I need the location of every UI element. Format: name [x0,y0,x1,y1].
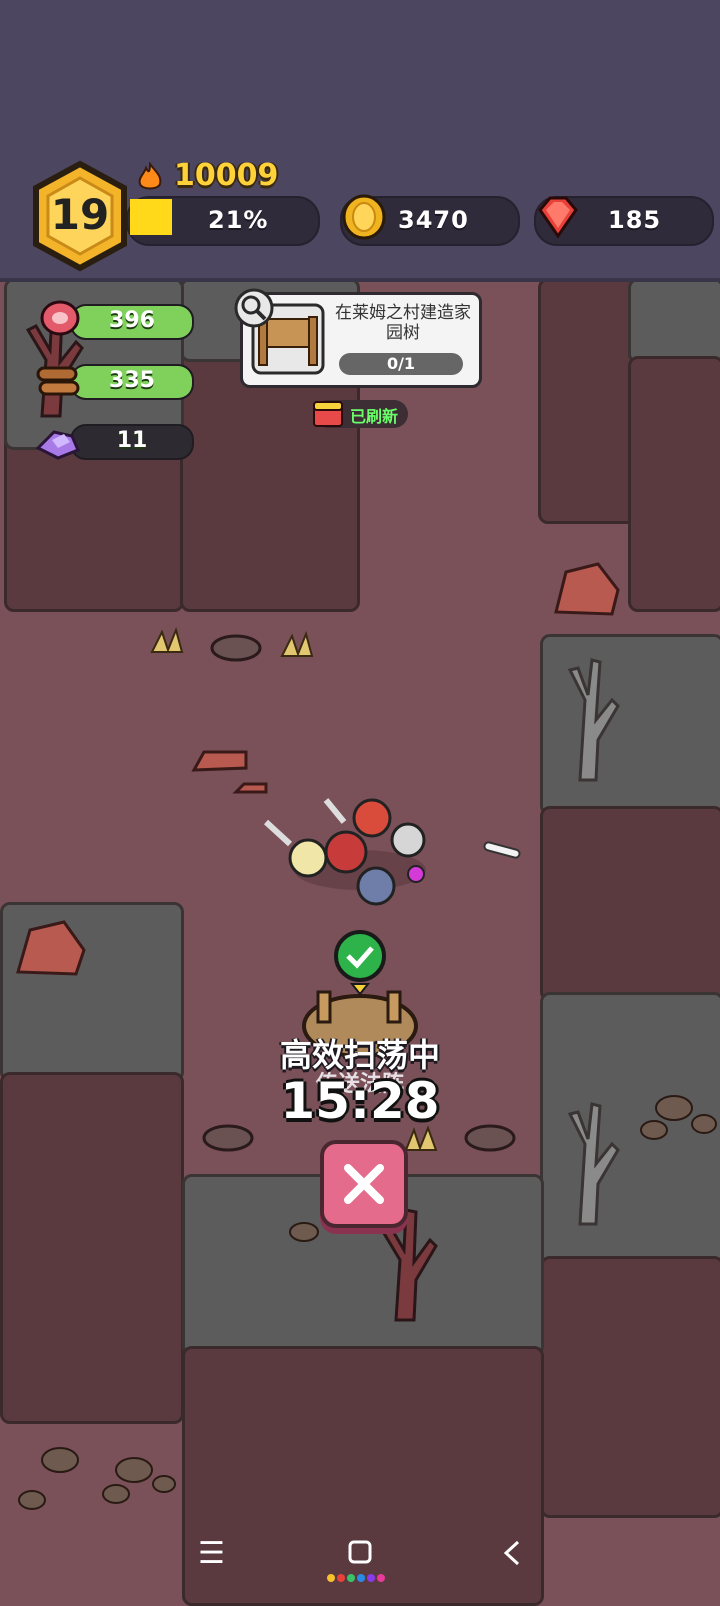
meat-value: 396 [109,308,155,333]
back-icon[interactable] [500,1538,524,1568]
wood-value: 335 [109,368,155,393]
quest-title: 在莱姆之村建造家园树 [335,303,471,343]
red-gem-icon [538,196,578,239]
combat-power: 10009 [174,158,279,193]
quest-progress: 0/1 [339,353,463,375]
wood-counter: 335 [70,364,194,400]
close-icon [344,1164,384,1204]
refresh-label: 已刷新 [350,407,399,426]
bone-icon [483,841,521,859]
home-icon[interactable] [348,1540,372,1564]
color-dots-icon [327,1574,385,1582]
check-icon [334,930,386,996]
xp-percent: 21% [208,206,269,234]
stop-sweep-button[interactable] [320,1140,408,1228]
flame-icon [138,162,162,190]
xp-fill [130,199,172,235]
menu-icon[interactable]: ☰ [198,1536,225,1571]
wood-log-icon [36,366,80,396]
quest-card[interactable]: 在莱姆之村建造家园树 0/1 [240,292,482,388]
top-hud: 21% 19 10009 3470 185 [0,0,720,282]
ore-value: 11 [116,428,148,453]
meat-counter: 396 [70,304,194,340]
coin-value: 3470 [398,206,469,234]
ore-counter: 11 [70,424,194,460]
dead-tree-icon [567,658,620,782]
gem-value: 185 [608,206,662,234]
treasure-chest-icon [313,401,343,427]
magnifier-icon[interactable] [234,288,274,328]
meat-icon [40,300,80,336]
sweep-status: 高效扫荡中 [279,1036,440,1074]
sweep-timer: 15:28 [280,1072,440,1130]
purple-ore-icon [35,430,80,460]
hero-party-icon [263,798,426,906]
player-level: 19 [50,190,110,239]
refresh-badge[interactable]: 已刷新 [313,400,408,428]
gold-coin-icon [342,194,386,240]
rock-icon [16,562,620,976]
